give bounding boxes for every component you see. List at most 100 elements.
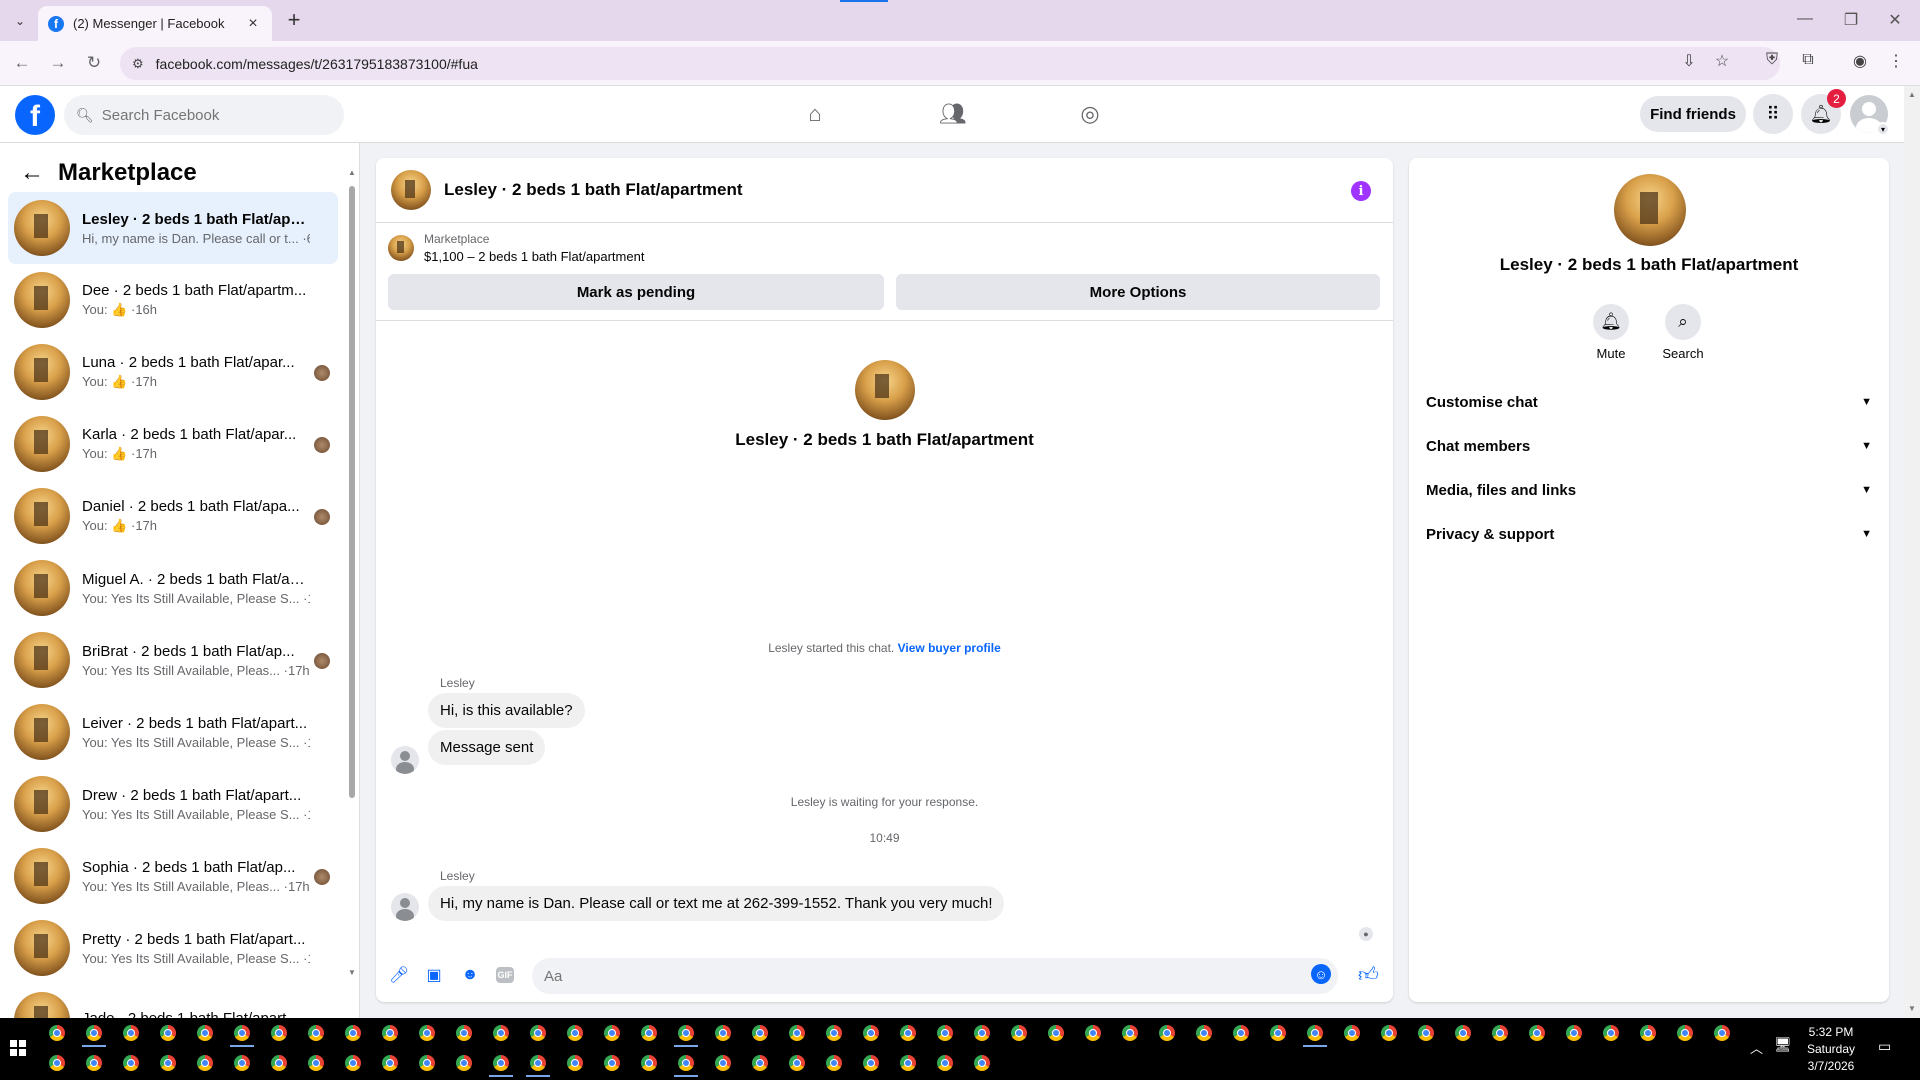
more-options-button[interactable]: More Options — [896, 274, 1380, 310]
sidebar-scrollbar[interactable]: ▲ ▼ — [348, 168, 356, 978]
page-scrollbar[interactable]: ▲ ▼ — [1904, 86, 1920, 1018]
find-friends-button[interactable]: Find friends — [1640, 96, 1746, 132]
chrome-taskbar-icon[interactable] — [641, 1025, 657, 1041]
search-icon[interactable]: ⌕ — [1665, 304, 1701, 340]
message-input-box[interactable] — [532, 958, 1338, 994]
search-box[interactable]: 🔍︎ — [64, 95, 344, 135]
sender-avatar[interactable] — [391, 746, 419, 774]
chrome-taskbar-icon[interactable] — [715, 1055, 731, 1071]
search-action[interactable]: ⌕ Search — [1653, 304, 1713, 361]
scroll-down-icon[interactable]: ▼ — [1908, 1004, 1916, 1013]
chat-title[interactable]: Lesley · 2 beds 1 bath Flat/apartment — [444, 180, 743, 200]
reload-icon[interactable]: ↻ — [82, 51, 106, 75]
chrome-taskbar-icon[interactable] — [1603, 1025, 1619, 1041]
chrome-taskbar-icon[interactable] — [1122, 1025, 1138, 1041]
chrome-taskbar-icon[interactable] — [308, 1055, 324, 1071]
chrome-taskbar-icon[interactable] — [1566, 1025, 1582, 1041]
extensions-icon[interactable]: ⧉ — [1796, 51, 1820, 69]
chrome-taskbar-icon[interactable] — [160, 1055, 176, 1071]
privacy-support-section[interactable]: Privacy & support ▼ — [1424, 512, 1874, 556]
chrome-taskbar-icon[interactable] — [641, 1055, 657, 1071]
chrome-taskbar-icon[interactable] — [493, 1025, 509, 1041]
network-icon[interactable]: 🖥︎ — [1774, 1036, 1792, 1053]
chrome-taskbar-icon[interactable] — [493, 1055, 509, 1071]
url-field[interactable]: ⚙ facebook.com/messages/t/26317951838731… — [120, 47, 1780, 80]
chat-members-section[interactable]: Chat members ▼ — [1424, 424, 1874, 468]
chrome-taskbar-icon[interactable] — [123, 1025, 139, 1041]
chrome-taskbar-icon[interactable] — [1159, 1025, 1175, 1041]
chrome-taskbar-icon[interactable] — [197, 1025, 213, 1041]
chrome-taskbar-icon[interactable] — [1381, 1025, 1397, 1041]
chrome-taskbar-icon[interactable] — [789, 1055, 805, 1071]
message-input[interactable] — [544, 967, 1284, 985]
chrome-taskbar-icon[interactable] — [604, 1025, 620, 1041]
chrome-taskbar-icon[interactable] — [900, 1055, 916, 1071]
search-input[interactable] — [101, 106, 322, 124]
emoji-icon[interactable]: ☺ — [1311, 964, 1331, 984]
chrome-taskbar-icon[interactable] — [419, 1025, 435, 1041]
tray-chevron-up-icon[interactable]: ︿ — [1750, 1038, 1763, 1057]
info-icon[interactable]: i — [1351, 181, 1371, 201]
microphone-icon[interactable]: 🎤︎ — [388, 964, 410, 986]
bookmark-star-icon[interactable]: ☆ — [1710, 51, 1734, 71]
site-info-icon[interactable]: ⚙ — [132, 56, 144, 72]
browser-menu-icon[interactable]: ⋮ — [1884, 51, 1908, 71]
chrome-taskbar-icon[interactable] — [1085, 1025, 1101, 1041]
minimize-icon[interactable]: — — [1790, 10, 1820, 28]
chrome-taskbar-icon[interactable] — [160, 1025, 176, 1041]
profile-icon[interactable]: ◉ — [1848, 51, 1872, 71]
chrome-taskbar-icon[interactable] — [382, 1025, 398, 1041]
view-buyer-profile-link[interactable]: View buyer profile — [898, 641, 1001, 655]
chrome-taskbar-icon[interactable] — [419, 1055, 435, 1071]
scroll-up-icon[interactable]: ▲ — [1908, 90, 1916, 99]
chrome-taskbar-icon[interactable] — [382, 1055, 398, 1071]
chrome-taskbar-icon[interactable] — [900, 1025, 916, 1041]
sticker-icon[interactable]: ☻ — [459, 964, 481, 986]
chrome-taskbar-icon[interactable] — [937, 1025, 953, 1041]
chrome-taskbar-icon[interactable] — [308, 1025, 324, 1041]
conversation-item[interactable]: Leiver · 2 beds 1 bath Flat/apart... You… — [8, 696, 338, 768]
chrome-taskbar-icon[interactable] — [345, 1055, 361, 1071]
chrome-taskbar-icon[interactable] — [974, 1025, 990, 1041]
browser-tab[interactable]: f (2) Messenger | Facebook × — [38, 6, 272, 41]
chrome-taskbar-icon[interactable] — [567, 1055, 583, 1071]
conversation-item[interactable]: Lesley · 2 beds 1 bath Flat/apart... Hi,… — [8, 192, 338, 264]
chrome-taskbar-icon[interactable] — [752, 1025, 768, 1041]
chrome-taskbar-icon[interactable] — [974, 1055, 990, 1071]
chrome-taskbar-icon[interactable] — [345, 1025, 361, 1041]
chrome-taskbar-icon[interactable] — [1196, 1025, 1212, 1041]
chrome-taskbar-icon[interactable] — [604, 1055, 620, 1071]
conversation-item[interactable]: Sophia · 2 beds 1 bath Flat/ap... You: Y… — [8, 840, 338, 912]
chrome-taskbar-icon[interactable] — [86, 1055, 102, 1071]
chrome-taskbar-icon[interactable] — [1492, 1025, 1508, 1041]
chrome-taskbar-icon[interactable] — [937, 1055, 953, 1071]
groups-icon[interactable]: ◎ — [1072, 98, 1108, 130]
chrome-taskbar-icon[interactable] — [1344, 1025, 1360, 1041]
gif-icon[interactable]: GIF — [496, 967, 514, 983]
close-window-icon[interactable]: ✕ — [1880, 10, 1910, 30]
chrome-taskbar-icon[interactable] — [49, 1055, 65, 1071]
chrome-taskbar-icon[interactable] — [456, 1025, 472, 1041]
conversation-item[interactable]: Miguel A. · 2 beds 1 bath Flat/ap... You… — [8, 552, 338, 624]
chrome-taskbar-icon[interactable] — [456, 1055, 472, 1071]
conversation-item[interactable]: Luna · 2 beds 1 bath Flat/apar... You: 👍… — [8, 336, 338, 408]
back-icon[interactable]: ← — [10, 51, 34, 75]
friends-icon[interactable]: 👥︎ — [935, 98, 971, 130]
scroll-down-icon[interactable]: ▼ — [348, 968, 356, 977]
sender-avatar[interactable] — [391, 893, 419, 921]
windows-start-icon[interactable] — [10, 1040, 26, 1056]
chrome-taskbar-icon[interactable] — [271, 1055, 287, 1071]
taskbar-clock[interactable]: 5:32 PM Saturday 3/7/2026 — [1796, 1024, 1866, 1075]
conversation-item[interactable]: Pretty · 2 beds 1 bath Flat/apart... You… — [8, 912, 338, 984]
new-tab-icon[interactable]: + — [282, 8, 306, 32]
conversation-item[interactable]: BriBrat · 2 beds 1 bath Flat/ap... You: … — [8, 624, 338, 696]
conversation-item[interactable]: Drew · 2 beds 1 bath Flat/apart... You: … — [8, 768, 338, 840]
chrome-taskbar-icon[interactable] — [1048, 1025, 1064, 1041]
marketplace-listing[interactable]: Marketplace $1,100 – 2 beds 1 bath Flat/… — [388, 232, 644, 264]
conversation-item[interactable]: Jade · 2 beds 1 bath Flat/apartm... — [8, 984, 338, 1018]
chrome-taskbar-icon[interactable] — [863, 1055, 879, 1071]
restore-icon[interactable]: ❐ — [1836, 10, 1866, 30]
photo-icon[interactable]: ▣ — [423, 964, 445, 986]
notification-center-icon[interactable]: ▭ — [1878, 1038, 1891, 1055]
chrome-taskbar-icon[interactable] — [826, 1055, 842, 1071]
